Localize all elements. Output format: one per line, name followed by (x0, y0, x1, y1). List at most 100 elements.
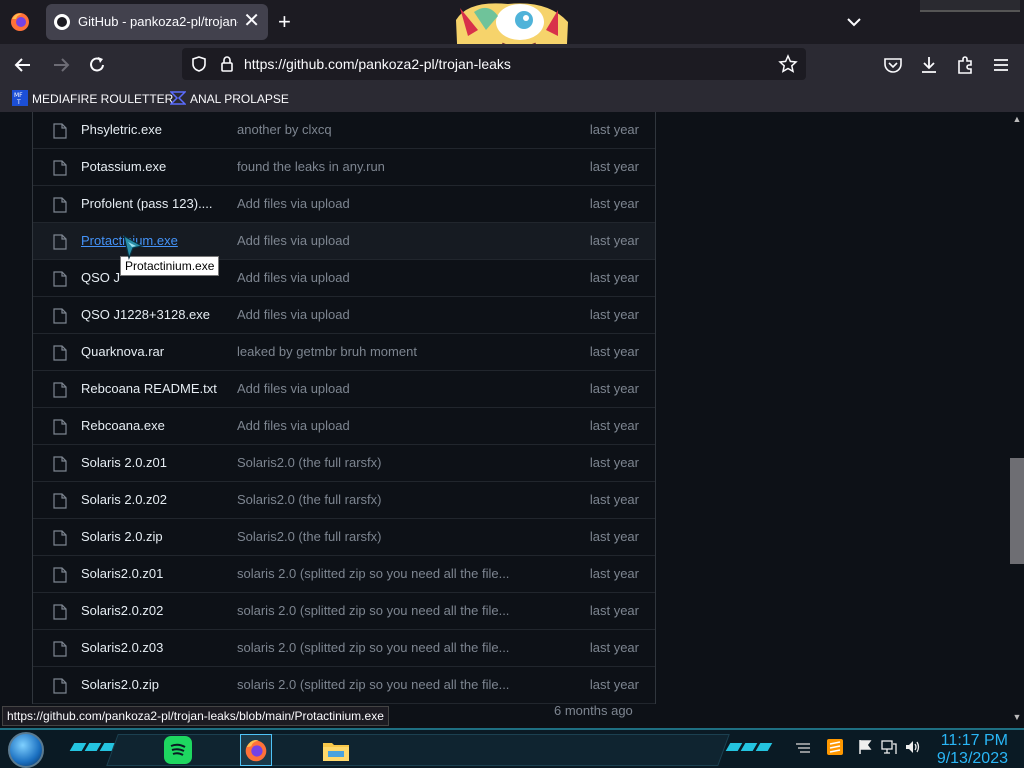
file-icon (53, 160, 67, 176)
commit-message-link[interactable]: another by clxcq (237, 122, 537, 137)
commit-message-link[interactable]: Add files via upload (237, 233, 537, 248)
bookmark-star-icon[interactable] (778, 54, 798, 74)
file-row[interactable]: Quarknova.rar leaked by getmbr bruh momen… (33, 334, 655, 371)
file-name-link[interactable]: QSO J1228+3128.exe (81, 307, 221, 322)
file-name-link[interactable]: Rebcoana README.txt (81, 381, 221, 396)
file-name-link[interactable]: Rebcoana.exe (81, 418, 221, 433)
file-icon (53, 604, 67, 620)
commit-age: last year (589, 529, 639, 544)
url-bar[interactable]: https://github.com/pankoza2-pl/trojan-le… (182, 48, 806, 80)
spotify-icon[interactable] (162, 734, 194, 766)
scroll-up-icon[interactable]: ▲ (1012, 114, 1022, 124)
commit-message-link[interactable]: found the leaks in any.run (237, 159, 537, 174)
file-icon (53, 197, 67, 213)
taskbar-app-frame (106, 734, 730, 766)
bookmark-label: MEDIAFIRE ROULETTER (32, 92, 174, 106)
commit-age: last year (589, 122, 639, 137)
commit-message-link[interactable]: Add files via upload (237, 196, 537, 211)
pocket-icon[interactable] (882, 54, 904, 76)
commit-message-link[interactable]: solaris 2.0 (splitted zip so you need al… (237, 566, 537, 581)
file-name-link[interactable]: Potassium.exe (81, 159, 221, 174)
file-name-link[interactable]: Solaris2.0.zip (81, 677, 221, 692)
file-name-link[interactable]: Solaris2.0.z02 (81, 603, 221, 618)
commit-message-link[interactable]: Solaris2.0 (the full rarsfx) (237, 492, 537, 507)
file-row[interactable]: Potassium.exe found the leaks in any.run l… (33, 149, 655, 186)
network-icon[interactable] (880, 738, 898, 756)
scroll-down-icon[interactable]: ▼ (1012, 712, 1022, 722)
commit-message-link[interactable]: Add files via upload (237, 381, 537, 396)
commit-message-link[interactable]: Add files via upload (237, 307, 537, 322)
tracking-protection-icon[interactable] (190, 55, 208, 73)
commit-age: last year (589, 344, 639, 359)
commit-message-link[interactable]: Solaris2.0 (the full rarsfx) (237, 529, 537, 544)
last-commit-age: 6 months ago (554, 703, 633, 718)
commit-message-link[interactable]: solaris 2.0 (splitted zip so you need al… (237, 640, 537, 655)
firefox-icon[interactable] (240, 734, 272, 766)
bookmark-second[interactable]: ANAL PROLAPSE (170, 90, 289, 108)
vertical-scrollbar[interactable]: ▲ ▼ (1010, 112, 1024, 728)
extensions-icon[interactable] (954, 54, 976, 76)
commit-age: last year (589, 492, 639, 507)
tab-github[interactable]: GitHub - pankoza2-pl/trojan-leaks ✕ (46, 4, 268, 40)
bookmark-arrow-icon (170, 91, 186, 105)
back-icon[interactable] (12, 54, 34, 76)
file-icon (53, 345, 67, 361)
file-name-link[interactable]: Solaris2.0.z03 (81, 640, 221, 655)
file-row[interactable]: Rebcoana README.txt Add files via upload l… (33, 371, 655, 408)
file-name-link[interactable]: Solaris 2.0.zip (81, 529, 221, 544)
mediafire-icon: MF T (12, 90, 28, 106)
reload-icon[interactable] (86, 54, 108, 76)
commit-message-link[interactable]: Add files via upload (237, 270, 537, 285)
file-icon (53, 678, 67, 694)
system-clock[interactable]: 11:17 PM 9/13/2023 (937, 732, 1008, 768)
file-name-link[interactable]: Protactinium.exe (81, 233, 221, 248)
status-link-url: https://github.com/pankoza2-pl/trojan-le… (2, 706, 389, 726)
file-name-link[interactable]: Solaris 2.0.z01 (81, 455, 221, 470)
file-row[interactable]: Solaris 2.0.zip Solaris2.0 (the full rars… (33, 519, 655, 556)
downloads-icon[interactable] (918, 54, 940, 76)
file-name-link[interactable]: Quarknova.rar (81, 344, 221, 359)
commit-age: last year (589, 270, 639, 285)
file-name-link[interactable]: Solaris 2.0.z02 (81, 492, 221, 507)
start-button[interactable] (8, 732, 44, 768)
bookmark-mediafire[interactable]: MF T MEDIAFIRE ROULETTER (12, 90, 173, 108)
commit-message-link[interactable]: Add files via upload (237, 418, 537, 433)
file-explorer-icon[interactable] (320, 734, 352, 766)
taskbar-decoration-left (69, 738, 117, 751)
firefox-menu-icon[interactable] (8, 10, 32, 34)
file-row[interactable]: Profolent (pass 123).... Add files via up… (33, 186, 655, 223)
file-icon (53, 234, 67, 250)
new-tab-button[interactable]: + (278, 8, 291, 36)
chevron-down-icon[interactable] (844, 12, 864, 32)
url-text: https://github.com/pankoza2-pl/trojan-le… (244, 56, 511, 72)
volume-icon[interactable] (904, 738, 922, 756)
clock-date: 9/13/2023 (936, 750, 1008, 767)
commit-message-link[interactable]: leaked by getmbr bruh moment (237, 344, 537, 359)
commit-message-link[interactable]: Solaris2.0 (the full rarsfx) (237, 455, 537, 470)
file-name-link[interactable]: Phsyletric.exe (81, 122, 221, 137)
lock-icon[interactable] (218, 55, 236, 73)
flag-icon[interactable] (856, 738, 874, 756)
file-row[interactable]: Rebcoana.exe Add files via upload last yea… (33, 408, 655, 445)
commit-age: last year (589, 196, 639, 211)
file-row[interactable]: Solaris2.0.zip solaris 2.0 (splitted zip … (33, 667, 655, 704)
forward-icon[interactable] (50, 54, 72, 76)
commit-message-link[interactable]: solaris 2.0 (splitted zip so you need al… (237, 603, 537, 618)
file-row[interactable]: Solaris2.0.z03 solaris 2.0 (splitted zip … (33, 630, 655, 667)
file-row[interactable]: Solaris2.0.z01 solaris 2.0 (splitted zip … (33, 556, 655, 593)
file-row[interactable]: Solaris 2.0.z02 Solaris2.0 (the full rars… (33, 482, 655, 519)
file-row[interactable]: QSO J1228+3128.exe Add files via upload la… (33, 297, 655, 334)
svg-text:MF: MF (14, 92, 23, 99)
file-name-link[interactable]: Profolent (pass 123).... (81, 196, 221, 211)
hamburger-menu-icon[interactable] (990, 54, 1012, 76)
file-row[interactable]: Solaris 2.0.z01 Solaris2.0 (the full rars… (33, 445, 655, 482)
commit-message-link[interactable]: solaris 2.0 (splitted zip so you need al… (237, 677, 537, 692)
file-row[interactable]: Phsyletric.exe another by clxcq last year (33, 112, 655, 149)
sublime-text-icon[interactable] (826, 738, 844, 756)
file-row[interactable]: Solaris2.0.z02 solaris 2.0 (splitted zip … (33, 593, 655, 630)
close-tab-icon[interactable]: ✕ (243, 10, 260, 32)
tab-strip: GitHub - pankoza2-pl/trojan-leaks ✕ + (0, 0, 1024, 66)
tray-overflow-icon[interactable] (794, 738, 812, 756)
file-name-link[interactable]: Solaris2.0.z01 (81, 566, 221, 581)
scrollbar-thumb[interactable] (1010, 458, 1024, 564)
